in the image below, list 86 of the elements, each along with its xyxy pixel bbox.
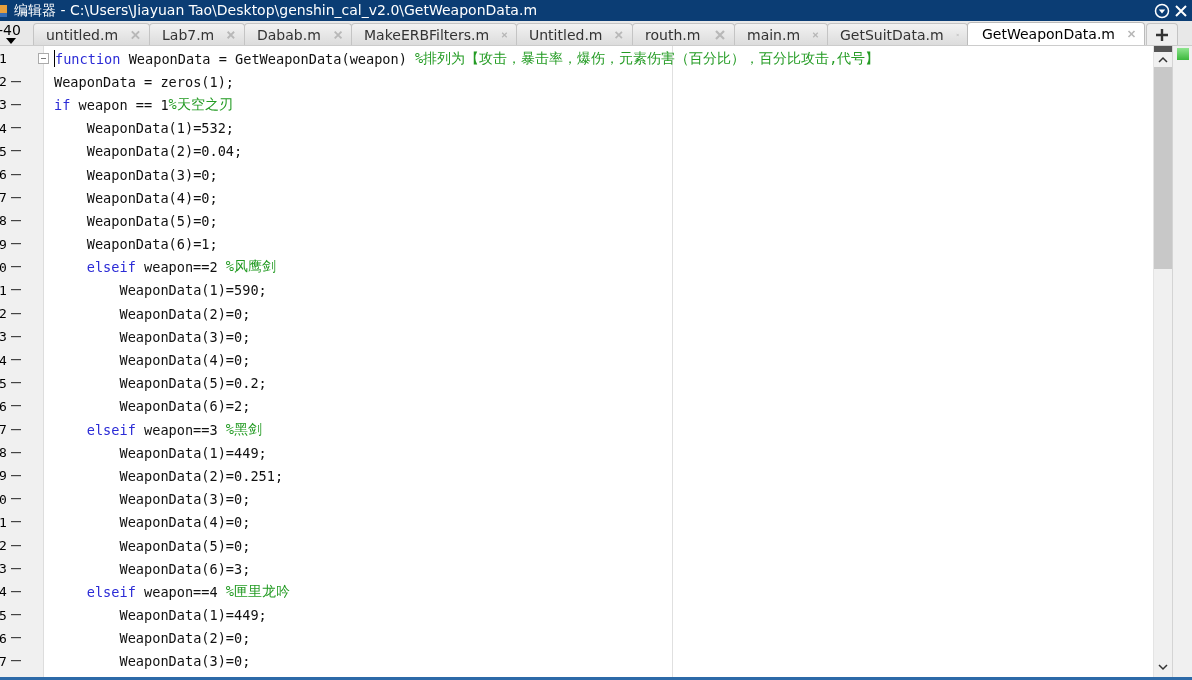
scroll-thumb[interactable] [1154, 67, 1172, 269]
resize-handle[interactable] [1154, 46, 1172, 52]
comment-text: %排列为【攻击，暴击率，爆伤，元素伤害（百分比），百分比攻击,代号】 [415, 49, 880, 68]
file-tab[interactable]: GetSuitData.m [827, 23, 968, 45]
line-number: 5 [0, 143, 7, 159]
file-tab[interactable]: MakeERBFilters.m [351, 23, 517, 45]
dropdown-icon[interactable] [1154, 2, 1170, 19]
code-text: WeaponData(1)=449; [119, 607, 267, 624]
line-number: 6 [0, 167, 7, 183]
scrollbar[interactable] [1153, 46, 1172, 677]
code-text: WeaponData(5)=0; [119, 537, 251, 554]
code-text: WeaponData(2)=0.04; [86, 143, 243, 160]
line-number: 6 [0, 398, 7, 414]
plus-icon [1155, 27, 1169, 42]
line-number: 0 [0, 259, 7, 275]
line-number: 1 [0, 282, 7, 298]
file-tab[interactable]: Lab7.m [149, 23, 245, 45]
code-text: WeaponData(1)=532; [86, 120, 235, 137]
file-tab[interactable]: routh.m [632, 23, 735, 45]
code-text: weapon==4 [144, 583, 218, 600]
new-tab-button[interactable] [1146, 23, 1178, 45]
code-text: WeaponData(3)=0; [86, 166, 218, 183]
line-number: 7 [0, 653, 7, 669]
scroll-up-icon[interactable] [1158, 56, 1168, 63]
code-text: weapon == 1 [78, 96, 169, 113]
file-tab[interactable]: GetWeaponData.m [967, 22, 1145, 45]
keyword-text: elseif [86, 583, 136, 600]
comment-text: %匣里龙吟 [225, 582, 291, 601]
comment-text: %风鹰剑 [225, 258, 277, 277]
comment-text: %黑剑 [225, 420, 263, 439]
line-number: 3 [0, 561, 7, 577]
line-number: 4 [0, 584, 7, 600]
keyword-text: function [55, 50, 121, 67]
file-tab[interactable]: Untitled.m [516, 23, 633, 45]
code-text: WeaponData(2)=0.251; [119, 467, 284, 484]
code-text: WeaponData(3)=0; [119, 328, 251, 345]
line-number: 7 [0, 422, 7, 438]
code-text: WeaponData(4)=0; [119, 514, 251, 531]
collapse-icon[interactable] [37, 53, 49, 65]
file-tab[interactable]: Dabab.m [244, 23, 352, 45]
line-number: 2 [0, 74, 7, 90]
keyword-text: if [54, 96, 71, 113]
line-number: 6 [0, 630, 7, 646]
line-number: 3 [0, 329, 7, 345]
line-number: 7 [0, 190, 7, 206]
code-text: WeaponData(1)=449; [119, 444, 267, 461]
code-text: WeaponData(6)=3; [119, 560, 251, 577]
line-number: 4 [0, 120, 7, 136]
line-number: 8 [0, 445, 7, 461]
line-number: 0 [0, 491, 7, 507]
code-text: WeaponData(2)=0; [119, 305, 251, 322]
file-tab[interactable]: main.m [734, 23, 828, 45]
code-text: WeaponData(5)=0; [86, 212, 218, 229]
app-icon [0, 2, 8, 19]
line-number: 8 [0, 213, 7, 229]
dropdown-icon[interactable] [6, 37, 16, 44]
line-number: 2 [0, 538, 7, 554]
line-number: 9 [0, 236, 7, 252]
status-indicator [1177, 48, 1189, 60]
code-text: WeaponData(4)=0; [86, 189, 218, 206]
code-text: WeaponData(3)=0; [119, 653, 251, 670]
code-text: WeaponData = zeros(1); [54, 73, 235, 90]
line-number: 1 [0, 514, 7, 530]
code-text: WeaponData(2)=0; [119, 630, 251, 647]
line-number: 5 [0, 375, 7, 391]
code-text: WeaponData(5)=0.2; [119, 375, 267, 392]
file-tab[interactable]: untitled.m [33, 23, 150, 45]
scroll-down-icon[interactable] [1158, 664, 1168, 671]
keyword-text: elseif [86, 259, 136, 276]
line-number: 9 [0, 468, 7, 484]
comment-text: %天空之刃 [168, 95, 233, 114]
line-number: 4 [0, 352, 7, 368]
code-text: WeaponData(1)=590; [119, 282, 267, 299]
code-text: WeaponData(4)=0; [119, 352, 251, 369]
line-number: 3 [0, 97, 7, 113]
keyword-text: elseif [86, 421, 136, 438]
line-number: 5 [0, 607, 7, 623]
code-text: WeaponData(6)=1; [86, 236, 218, 253]
code-text: WeaponData = GetWeaponData(weapon) [128, 50, 407, 67]
window-title: 编辑器 - C:\Users\Jiayuan Tao\Desktop\genshin_cal_v2.0\GetWeaponData.m [14, 1, 538, 20]
line-number: 1 [0, 51, 7, 67]
code-text: weapon==2 [144, 259, 218, 276]
code-text: WeaponData(6)=2; [119, 398, 251, 415]
line-number: 2 [0, 306, 7, 322]
code-text: WeaponData(3)=0; [119, 491, 251, 508]
code-text: weapon==3 [144, 421, 218, 438]
